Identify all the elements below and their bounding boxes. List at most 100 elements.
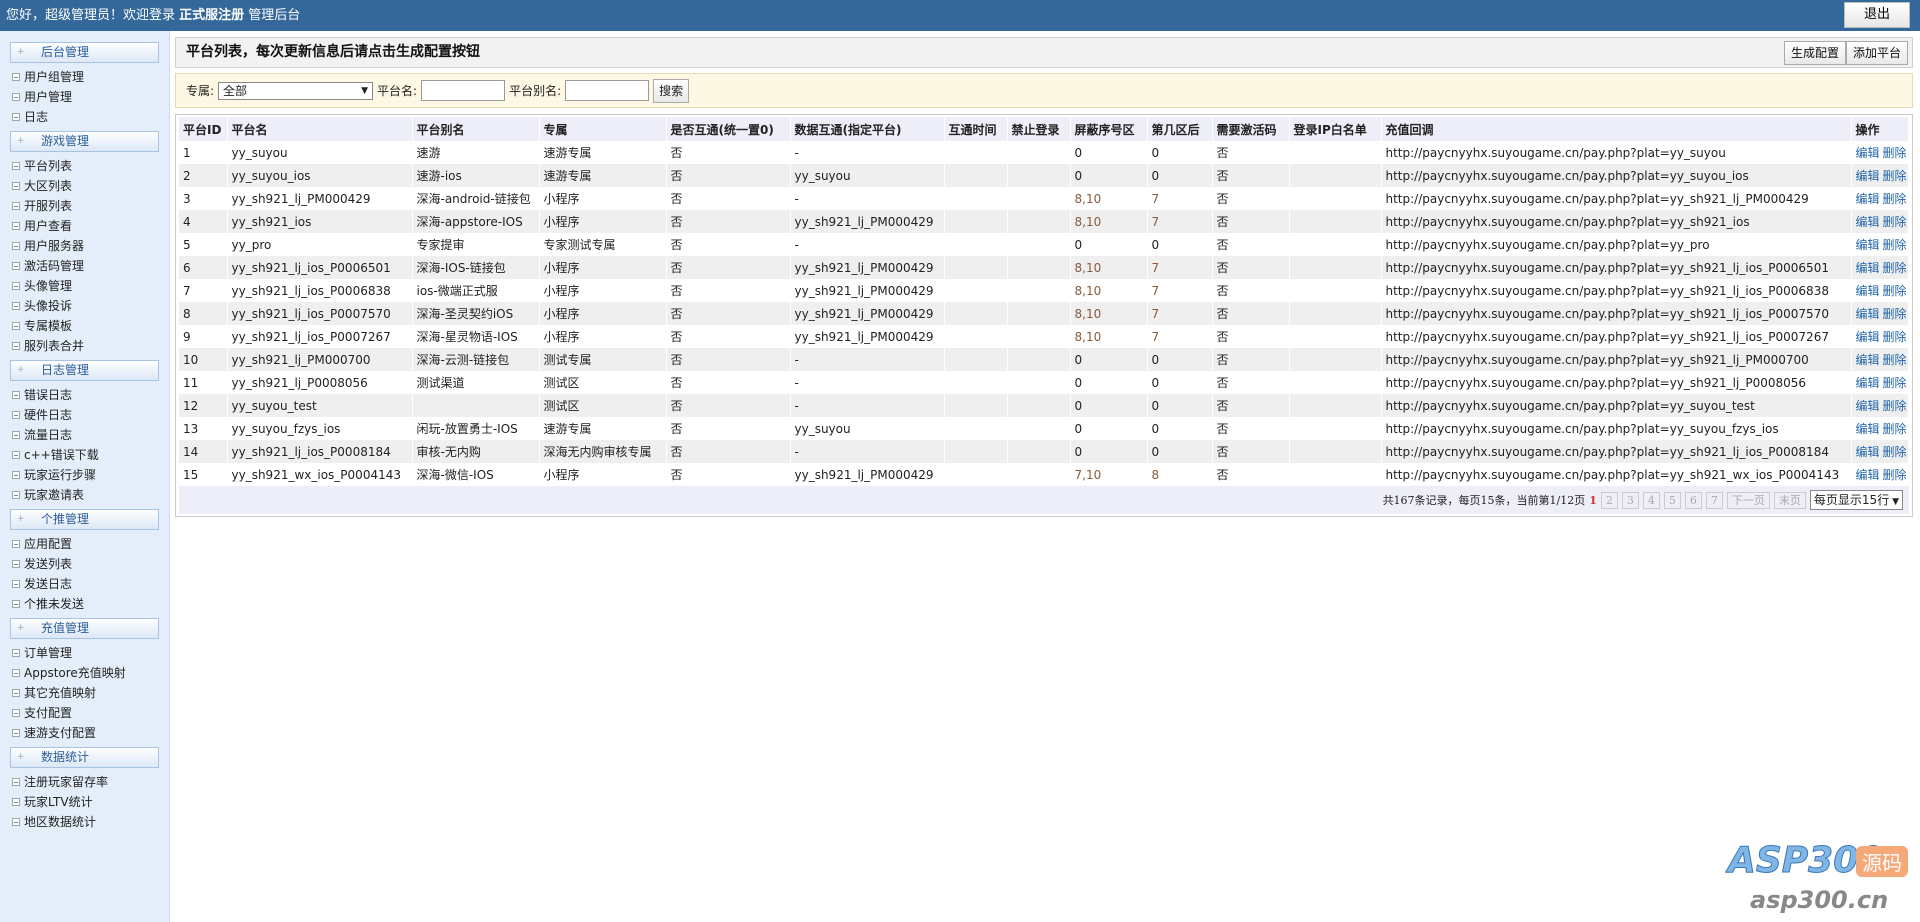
sidebar-item[interactable]: c++错误下载 [0, 445, 169, 465]
sidebar-section-header[interactable]: 个推管理 [10, 509, 159, 530]
sidebar-item[interactable]: 平台列表 [0, 156, 169, 176]
page-link[interactable]: 6 [1684, 491, 1702, 509]
delete-link[interactable]: 删除 [1883, 445, 1907, 459]
sidebar-section-header[interactable]: 数据统计 [10, 747, 159, 768]
delete-link[interactable]: 删除 [1883, 284, 1907, 298]
sidebar-item[interactable]: 玩家邀请表 [0, 485, 169, 505]
sidebar-item[interactable]: 头像管理 [0, 276, 169, 296]
generate-config-button[interactable]: 生成配置 [1783, 41, 1846, 65]
table-cell: 0 [1070, 348, 1148, 371]
sidebar-section-header[interactable]: 游戏管理 [10, 131, 159, 152]
delete-link[interactable]: 删除 [1883, 307, 1907, 321]
sidebar-item[interactable]: 订单管理 [0, 643, 169, 663]
sidebar-item[interactable]: 注册玩家留存率 [0, 772, 169, 792]
sidebar-item[interactable]: 激活码管理 [0, 256, 169, 276]
page-link[interactable]: 4 [1642, 491, 1660, 509]
sidebar-item[interactable]: 个推未发送 [0, 594, 169, 614]
edit-link[interactable]: 编辑 [1856, 261, 1880, 275]
sidebar-item[interactable]: 应用配置 [0, 534, 169, 554]
delete-link[interactable]: 删除 [1883, 238, 1907, 252]
logout-button[interactable]: 退出 [1844, 2, 1910, 28]
edit-link[interactable]: 编辑 [1856, 284, 1880, 298]
edit-link[interactable]: 编辑 [1856, 215, 1880, 229]
edit-link[interactable]: 编辑 [1856, 169, 1880, 183]
sidebar-item-label: 其它充值映射 [24, 686, 97, 700]
table-cell [944, 279, 1008, 302]
actions-cell: 编辑 删除 [1851, 164, 1909, 187]
next-page-button[interactable]: 下一页 [1726, 491, 1770, 509]
table-cell: 深海-appstore-IOS [412, 210, 540, 233]
page-link[interactable]: 5 [1663, 491, 1681, 509]
table-cell: - [790, 371, 945, 394]
sidebar-item[interactable]: 头像投诉 [0, 296, 169, 316]
edit-link[interactable]: 编辑 [1856, 468, 1880, 482]
last-page-button[interactable]: 末页 [1773, 491, 1806, 509]
sidebar-item[interactable]: 玩家运行步骤 [0, 465, 169, 485]
page-link[interactable]: 3 [1621, 491, 1639, 509]
table-cell: yy_sh921_lj_PM000429 [227, 187, 413, 210]
add-platform-button[interactable]: 添加平台 [1845, 41, 1908, 65]
edit-link[interactable]: 编辑 [1856, 192, 1880, 206]
sidebar-item[interactable]: 玩家LTV统计 [0, 792, 169, 812]
delete-link[interactable]: 删除 [1883, 146, 1907, 160]
page-link[interactable]: 2 [1600, 491, 1618, 509]
bullet-icon [12, 471, 20, 479]
page-title: 平台列表，每次更新信息后请点击生成配置按钮 [186, 44, 480, 60]
page-link[interactable]: 7 [1705, 491, 1723, 509]
sidebar-section-header[interactable]: 充值管理 [10, 618, 159, 639]
sidebar-item[interactable]: 发送日志 [0, 574, 169, 594]
sidebar-item[interactable]: 用户服务器 [0, 236, 169, 256]
sidebar-item[interactable]: 其它充值映射 [0, 683, 169, 703]
sidebar-item[interactable]: 服列表合并 [0, 336, 169, 356]
per-page-select[interactable]: 每页显示15行 ▼ [1809, 490, 1903, 510]
sidebar-item-label: 大区列表 [24, 179, 73, 193]
edit-link[interactable]: 编辑 [1856, 399, 1880, 413]
delete-link[interactable]: 删除 [1883, 353, 1907, 367]
sidebar-item[interactable]: 发送列表 [0, 554, 169, 574]
sidebar-item[interactable]: 大区列表 [0, 176, 169, 196]
column-header: 互通时间 [944, 117, 1008, 141]
delete-link[interactable]: 删除 [1883, 215, 1907, 229]
delete-link[interactable]: 删除 [1883, 376, 1907, 390]
delete-link[interactable]: 删除 [1883, 468, 1907, 482]
sidebar-item[interactable]: 用户组管理 [0, 67, 169, 87]
sidebar-item[interactable]: 地区数据统计 [0, 812, 169, 832]
sidebar-item[interactable]: 用户查看 [0, 216, 169, 236]
sidebar-item-label: 流量日志 [24, 428, 73, 442]
sidebar-item[interactable]: 开服列表 [0, 196, 169, 216]
delete-link[interactable]: 删除 [1883, 399, 1907, 413]
delete-link[interactable]: 删除 [1883, 192, 1907, 206]
edit-link[interactable]: 编辑 [1856, 353, 1880, 367]
top-bar: 您好，超级管理员！欢迎登录 正式服注册 管理后台 退出 [0, 0, 1920, 31]
sidebar-item[interactable]: 日志 [0, 107, 169, 127]
edit-link[interactable]: 编辑 [1856, 376, 1880, 390]
edit-link[interactable]: 编辑 [1856, 445, 1880, 459]
sidebar-item[interactable]: 用户管理 [0, 87, 169, 107]
edit-link[interactable]: 编辑 [1856, 307, 1880, 321]
sidebar-item[interactable]: Appstore充值映射 [0, 663, 169, 683]
delete-link[interactable]: 删除 [1883, 422, 1907, 436]
platform-name-input[interactable] [421, 80, 506, 101]
exclusive-select[interactable]: 全部 [218, 81, 374, 100]
sidebar-item[interactable]: 硬件日志 [0, 405, 169, 425]
edit-link[interactable]: 编辑 [1856, 146, 1880, 160]
sidebar-item[interactable]: 支付配置 [0, 703, 169, 723]
sidebar-item[interactable]: 流量日志 [0, 425, 169, 445]
delete-link[interactable]: 删除 [1883, 169, 1907, 183]
sidebar-item[interactable]: 专属模板 [0, 316, 169, 336]
sidebar-item[interactable]: 速游支付配置 [0, 723, 169, 743]
table-cell: yy_suyou [790, 417, 945, 440]
search-button[interactable]: 搜索 [653, 78, 690, 103]
bullet-icon [12, 113, 20, 121]
delete-link[interactable]: 删除 [1883, 330, 1907, 344]
sidebar-section-header[interactable]: 后台管理 [10, 42, 159, 63]
table-cell: - [790, 141, 945, 164]
edit-link[interactable]: 编辑 [1856, 330, 1880, 344]
sidebar-item[interactable]: 错误日志 [0, 385, 169, 405]
edit-link[interactable]: 编辑 [1856, 238, 1880, 252]
platform-alias-input[interactable] [565, 80, 650, 101]
delete-link[interactable]: 删除 [1883, 261, 1907, 275]
sidebar-section-header[interactable]: 日志管理 [10, 360, 159, 381]
edit-link[interactable]: 编辑 [1856, 422, 1880, 436]
